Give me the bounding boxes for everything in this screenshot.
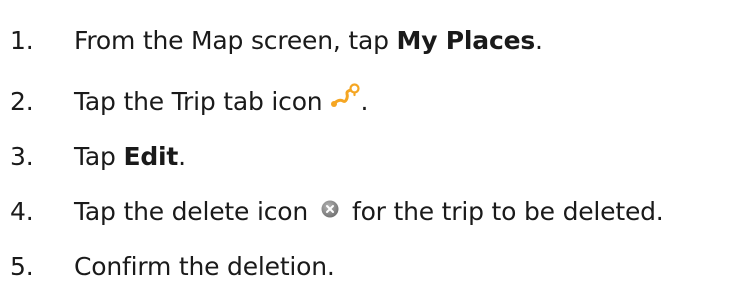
step-text-post: for the trip to be deleted. (351, 196, 664, 226)
step-text-pre: Tap the Trip tab icon (74, 86, 323, 116)
step-number: 3. (10, 141, 34, 171)
step-text-pre: From the Map screen, tap (74, 25, 397, 55)
step-text: From the Map screen, tap My Places. (74, 26, 543, 55)
step-text: Confirm the deletion. (74, 252, 335, 281)
step-text-post: . (535, 25, 543, 55)
step-number: 1. (10, 25, 34, 55)
step-text: Tap Edit. (74, 142, 186, 171)
step-number: 4. (10, 196, 34, 226)
step-number: 2. (10, 86, 34, 116)
step-number: 5. (10, 251, 34, 281)
step-text-pre: Tap the delete icon (74, 196, 308, 226)
step-text-post: . (360, 86, 369, 116)
step-text-bold: My Places (396, 25, 536, 55)
delete-circle-icon (321, 200, 339, 218)
step-text-post: . (178, 141, 186, 171)
step-text: Tap the Trip tab icon . (74, 83, 369, 116)
step-text-bold: Edit (123, 141, 179, 171)
step-text-pre: Confirm the deletion. (74, 251, 335, 281)
step-text: Tap the delete icon for the trip to be d… (74, 197, 664, 226)
instruction-list: 1. From the Map screen, tap My Places. 2… (0, 0, 751, 308)
trip-route-icon (331, 83, 361, 107)
step-text-pre: Tap (74, 141, 124, 171)
